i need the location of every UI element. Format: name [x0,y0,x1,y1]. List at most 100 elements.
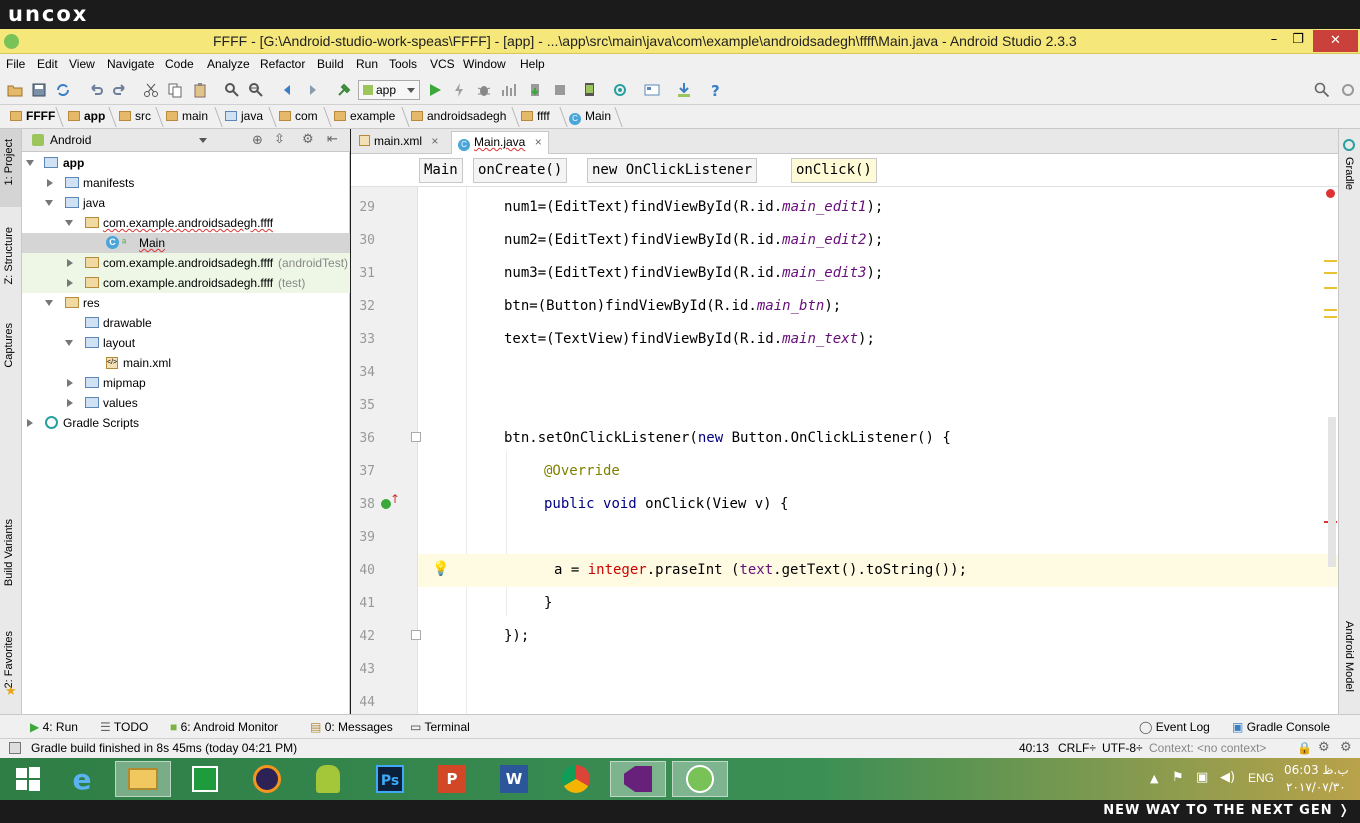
code-crumb-onclick[interactable]: onClick() [791,158,877,183]
notifications-icon[interactable]: ⚙ [1340,740,1352,755]
network-icon[interactable]: ▣ [1196,770,1208,785]
code-editor[interactable]: num1=(EditText)findViewById(R.id.main_ed… [418,187,1338,714]
maximize-button[interactable]: ❐ [1286,29,1310,51]
debug-icon[interactable] [476,82,492,98]
taskbar-internet-explorer[interactable]: e [54,761,110,797]
tool-tab-captures[interactable]: Captures [3,323,15,368]
tool-tab-android-monitor[interactable]: ■ 6: Android Monitor [170,720,278,734]
tree-node-drawable[interactable]: drawable [22,313,350,333]
profile-icon[interactable] [501,82,517,98]
stop-icon[interactable] [552,82,568,98]
taskbar-powerpoint[interactable]: P [424,761,480,797]
menu-tools[interactable]: Tools [389,57,417,71]
tool-tab-event-log[interactable]: ◯ Event Log [1139,720,1210,734]
tool-tab-gradle[interactable]: Gradle [1343,157,1355,190]
tool-tab-favorites[interactable]: 2: Favorites [3,631,15,688]
warning-stripe-mark[interactable] [1324,272,1337,274]
taskbar-android-studio[interactable] [672,761,728,797]
expand-arrow-icon[interactable] [65,220,73,226]
crumb-project[interactable]: FFFF [10,109,55,123]
close-tab-icon[interactable]: × [431,134,438,148]
caret-position[interactable]: 40:13 [1019,741,1049,755]
menu-build[interactable]: Build [317,57,344,71]
taskbar-chrome[interactable] [548,761,604,797]
tree-node-package-main[interactable]: com.example.androidsadegh.ffff [22,213,350,233]
paste-icon[interactable] [192,82,208,98]
intention-bulb-icon[interactable]: 💡 [432,561,449,577]
crumb-main[interactable]: main [166,109,208,123]
help-icon[interactable]: ? [707,82,723,98]
tool-tab-messages[interactable]: ▤ 0: Messages [310,720,393,734]
file-encoding[interactable]: UTF-8÷ [1102,741,1143,755]
crumb-app[interactable]: app [68,109,105,123]
expand-arrow-icon[interactable] [47,179,53,187]
expand-arrow-icon[interactable] [67,259,73,267]
save-icon[interactable] [31,82,47,98]
run-icon[interactable] [427,82,443,98]
menu-vcs[interactable]: VCS [430,57,455,71]
warning-stripe-mark[interactable] [1324,260,1337,262]
warning-stripe-mark[interactable] [1324,309,1337,311]
code-crumb-class[interactable]: Main [419,158,463,183]
clock-time[interactable]: 06:03 ب.ظ [1284,763,1349,777]
copy-icon[interactable] [167,82,183,98]
expand-arrow-icon[interactable] [26,160,34,166]
clock-date[interactable]: ۲۰۱۷/۰۷/۳۰ [1286,780,1346,794]
tree-node-res[interactable]: res [22,293,350,313]
undo-icon[interactable] [88,82,104,98]
tree-node-main-xml[interactable]: </> main.xml [22,353,350,373]
tree-node-layout[interactable]: layout [22,333,350,353]
chevron-up-icon[interactable]: ▲ [1150,772,1158,785]
vertical-scrollbar[interactable] [1328,417,1336,567]
target-icon[interactable]: ⊕ [252,133,263,148]
back-icon[interactable] [280,82,296,98]
tool-tab-todo[interactable]: ☰ TODO [100,720,148,734]
tool-tab-project[interactable]: 1: Project [3,139,15,185]
menu-code[interactable]: Code [165,57,194,71]
crumb-example[interactable]: example [334,109,395,123]
expand-arrow-icon[interactable] [27,419,33,427]
close-button[interactable]: ✕ [1313,30,1358,52]
menu-edit[interactable]: Edit [37,57,58,71]
tree-node-mipmap[interactable]: mipmap [22,373,350,393]
run-config-dropdown[interactable]: app [358,80,420,100]
tree-node-values[interactable]: values [22,393,350,413]
expand-arrow-icon[interactable] [45,200,53,206]
open-folder-icon[interactable] [7,82,23,98]
tree-node-gradle-scripts[interactable]: Gradle Scripts [22,413,350,433]
chevron-down-icon[interactable] [199,138,207,143]
taskbar-photoshop[interactable]: Ps [362,761,418,797]
close-tab-icon[interactable]: × [535,135,542,149]
language-indicator[interactable]: ENG [1248,771,1274,785]
line-separator[interactable]: CRLF÷ [1058,741,1096,755]
find-icon[interactable] [224,82,240,98]
start-button[interactable] [0,761,56,797]
sync-icon[interactable] [55,82,71,98]
project-view-mode[interactable]: Android [50,133,91,147]
sdk-manager-icon[interactable] [676,82,692,98]
crumb-ffff[interactable]: ffff [521,109,550,123]
menu-file[interactable]: File [6,57,25,71]
menu-analyze[interactable]: Analyze [207,57,250,71]
crumb-androidsadegh[interactable]: androidsadegh [411,109,506,123]
taskbar-android-sdk[interactable] [300,761,356,797]
expand-arrow-icon[interactable] [45,300,53,306]
expand-arrow-icon[interactable] [67,279,73,287]
inspector-icon[interactable]: ⚙ [1318,740,1330,755]
tree-node-package-test[interactable]: com.example.androidsadegh.ffff (test) [22,273,350,293]
tool-tab-android-model[interactable]: Android Model [1343,621,1355,692]
tool-tab-build-variants[interactable]: Build Variants [3,519,15,586]
crumb-java[interactable]: java [225,109,263,123]
make-project-icon[interactable] [336,82,352,98]
toggle-tool-windows-icon[interactable] [9,742,21,754]
hide-panel-icon[interactable]: ⇤ [327,132,338,147]
error-indicator-icon[interactable] [1326,189,1335,198]
menu-view[interactable]: View [69,57,95,71]
menu-window[interactable]: Window [463,57,506,71]
cut-icon[interactable] [143,82,159,98]
warning-stripe-mark[interactable] [1324,287,1337,289]
taskbar-visual-studio[interactable] [610,761,666,797]
redo-icon[interactable] [112,82,128,98]
tree-node-app[interactable]: app [22,153,350,173]
gear-icon[interactable]: ⚙ [302,132,314,147]
